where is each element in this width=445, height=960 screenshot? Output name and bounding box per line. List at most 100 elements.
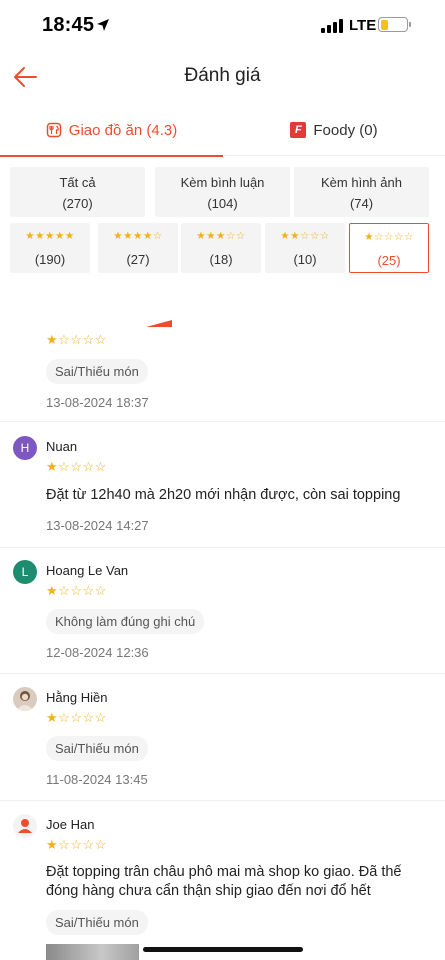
filter-with-comment[interactable]: Kèm bình luận (104) [155, 167, 290, 217]
reviewer-name: Hoang Le Van [46, 563, 129, 578]
star-empty-icon: ☆ [94, 459, 107, 474]
star-empty-icon: ☆ [82, 710, 95, 725]
review-stars: ★☆☆☆☆ [46, 711, 107, 724]
star-filled-icon: ★ [46, 710, 59, 725]
star-empty-icon: ☆ [58, 837, 71, 852]
star-filled-icon: ★ [196, 230, 207, 242]
star-filled-icon: ★ [46, 459, 59, 474]
avatar-photo [13, 687, 37, 711]
star-filled-icon: ★ [216, 230, 226, 242]
star-filled-icon: ★ [54, 230, 65, 242]
avatar: H [13, 436, 37, 460]
filter-5-star[interactable]: ★★★★★ (190) [10, 223, 90, 273]
star-empty-icon: ☆ [82, 332, 95, 347]
star-filled-icon: ★ [364, 231, 375, 243]
tabs: Giao đồ ăn (4.3) F Foody (0) [0, 104, 445, 157]
review-item: L Hoang Le Van ★☆☆☆☆ Không làm đúng ghi … [0, 548, 445, 674]
star-rating: ★★★★★ [10, 230, 90, 242]
battery-icon [378, 17, 411, 32]
star-empty-icon: ☆ [70, 583, 83, 598]
star-empty-icon: ☆ [58, 332, 71, 347]
star-empty-icon: ☆ [235, 230, 246, 242]
filter-2-star[interactable]: ★★☆☆☆ (10) [265, 223, 345, 273]
star-filled-icon: ★ [123, 230, 134, 242]
profile-photo-icon [16, 691, 34, 711]
review-stars: ★☆☆☆☆ [46, 584, 107, 597]
filter-count: (104) [207, 196, 238, 211]
filter-count: (270) [62, 196, 93, 211]
star-empty-icon: ☆ [393, 231, 404, 243]
header: Đánh giá [0, 52, 445, 102]
star-empty-icon: ☆ [82, 837, 95, 852]
star-filled-icon: ★ [46, 332, 59, 347]
reviewer-name: Joe Han [46, 817, 95, 832]
star-filled-icon: ★ [45, 230, 55, 242]
star-filled-icon: ★ [133, 230, 143, 242]
star-rating: ★★★★☆ [98, 230, 178, 242]
star-empty-icon: ☆ [70, 837, 83, 852]
signal-strength-icon [321, 19, 343, 33]
star-empty-icon: ☆ [374, 231, 385, 243]
filter-count: (190) [34, 252, 66, 267]
star-empty-icon: ☆ [319, 230, 330, 242]
filter-all[interactable]: Tất cả (270) [10, 167, 145, 217]
filter-with-image[interactable]: Kèm hình ảnh (74) [294, 167, 429, 217]
star-empty-icon: ☆ [152, 230, 163, 242]
avatar: L [13, 560, 37, 584]
star-rating: ★★☆☆☆ [265, 230, 345, 242]
filter-count: (18) [209, 252, 233, 267]
star-empty-icon: ☆ [58, 710, 71, 725]
status-bar: 18:45 LTE [0, 0, 445, 52]
filter-3-star[interactable]: ★★★☆☆ (18) [181, 223, 261, 273]
star-empty-icon: ☆ [82, 459, 95, 474]
food-delivery-icon [46, 122, 62, 138]
user-silhouette-icon [18, 819, 32, 833]
star-empty-icon: ☆ [70, 459, 83, 474]
star-filled-icon: ★ [206, 230, 217, 242]
star-empty-icon: ☆ [384, 231, 394, 243]
filter-1-star[interactable]: ★☆☆☆☆ (25) [349, 223, 429, 273]
rating-filters: Tất cả (270) Kèm bình luận (104) Kèm hìn… [10, 160, 435, 280]
tab-foody[interactable]: F Foody (0) [223, 104, 445, 156]
filter-label: Kèm hình ảnh [321, 175, 402, 190]
star-empty-icon: ☆ [225, 230, 236, 242]
review-date: 12-08-2024 12:36 [46, 645, 149, 660]
review-stars: ★☆☆☆☆ [46, 838, 107, 851]
status-time: 18:45 [42, 14, 95, 36]
star-filled-icon: ★ [46, 583, 59, 598]
filter-label: Tất cả [59, 175, 96, 190]
avatar [13, 814, 37, 838]
home-indicator[interactable] [143, 947, 303, 952]
tab-food-delivery-label: Giao đồ ăn (4.3) [68, 121, 178, 139]
review-tag: Không làm đúng ghi chú [46, 609, 205, 634]
review-item: ★☆☆☆☆ Sai/Thiếu món 13-08-2024 18:37 [0, 290, 445, 422]
review-item: H Nuan ★☆☆☆☆ Đặt từ 12h40 mà 2h20 mới nh… [0, 422, 445, 548]
star-empty-icon: ☆ [70, 332, 83, 347]
filter-count: (74) [349, 196, 374, 211]
review-tag: Sai/Thiếu món [46, 736, 148, 761]
star-empty-icon: ☆ [70, 710, 83, 725]
star-empty-icon: ☆ [94, 332, 107, 347]
star-empty-icon: ☆ [94, 837, 107, 852]
reviewer-name: Nuan [46, 439, 78, 454]
star-filled-icon: ★ [64, 230, 75, 242]
star-rating: ★☆☆☆☆ [350, 231, 428, 243]
review-stars: ★☆☆☆☆ [46, 333, 107, 346]
review-text: Đặt từ 12h40 mà 2h20 mới nhận được, còn … [46, 487, 401, 503]
star-empty-icon: ☆ [403, 231, 414, 243]
review-item: Joe Han ★☆☆☆☆ Đặt topping trân châu phô … [0, 801, 445, 960]
review-photo-thumbnail[interactable] [46, 944, 139, 960]
tab-food-delivery[interactable]: Giao đồ ăn (4.3) [0, 104, 223, 157]
star-rating: ★★★☆☆ [181, 230, 261, 242]
tab-foody-label: Foody (0) [313, 121, 378, 139]
reviewer-name: Hằng Hiền [46, 690, 108, 705]
star-empty-icon: ☆ [94, 583, 107, 598]
review-text: Đặt topping trân châu phô mai mà shop ko… [46, 864, 402, 899]
star-filled-icon: ★ [290, 230, 301, 242]
filter-4-star[interactable]: ★★★★☆ (27) [98, 223, 178, 273]
review-stars: ★☆☆☆☆ [46, 460, 107, 473]
foody-logo-icon: F [290, 122, 307, 138]
review-date: 13-08-2024 14:27 [46, 518, 149, 533]
star-filled-icon: ★ [142, 230, 153, 242]
location-arrow-icon [97, 19, 109, 31]
